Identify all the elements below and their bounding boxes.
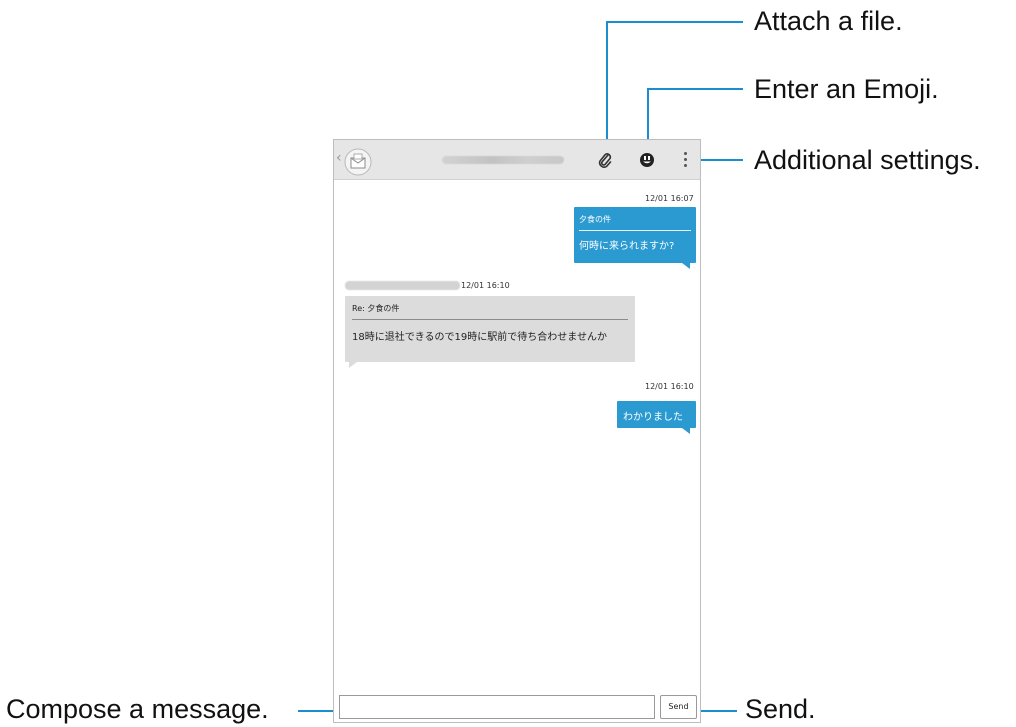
bubble-tail xyxy=(682,263,690,269)
leader-emoji-horizontal xyxy=(647,88,743,90)
message-timestamp: 12/01 16:10 xyxy=(645,382,694,391)
message-body: わかりました xyxy=(623,412,683,423)
leader-attach-vertical xyxy=(606,21,608,155)
email-conversation-screen: ‹ 12/01 16:07 夕食の件 何時に来られますか? 12/01 16:1… xyxy=(333,139,701,723)
leader-settings xyxy=(700,159,743,161)
incoming-message-bubble[interactable]: Re: 夕食の件 18時に退社できるので19時に駅前で待ち合わせませんか xyxy=(345,296,635,362)
recipient-address-blurred xyxy=(442,156,564,164)
paperclip-icon[interactable] xyxy=(597,152,613,168)
more-options-icon[interactable] xyxy=(684,152,688,168)
bubble-tail xyxy=(682,428,690,434)
message-timestamp: 12/01 16:10 xyxy=(461,281,510,290)
send-button[interactable]: Send xyxy=(660,695,697,719)
subject-divider xyxy=(579,230,691,231)
emoji-icon[interactable] xyxy=(638,151,656,169)
leader-attach-horizontal xyxy=(606,21,743,23)
top-bar: ‹ xyxy=(334,140,700,180)
callout-settings-label: Additional settings. xyxy=(754,145,981,175)
back-chevron-icon[interactable]: ‹ xyxy=(336,151,342,165)
message-subject: 夕食の件 xyxy=(579,215,611,224)
outgoing-message-bubble[interactable]: わかりました xyxy=(617,401,696,428)
message-body: 何時に来られますか? xyxy=(579,241,675,252)
callout-send-label: Send. xyxy=(745,694,816,724)
compose-message-input[interactable] xyxy=(339,695,655,719)
subject-divider xyxy=(352,319,628,320)
sender-address-blurred xyxy=(345,281,460,290)
message-subject: Re: 夕食の件 xyxy=(352,304,400,313)
callout-attach-label: Attach a file. xyxy=(754,6,903,36)
message-timestamp: 12/01 16:07 xyxy=(645,194,694,203)
callout-compose-label: Compose a message. xyxy=(6,694,269,724)
outgoing-message-bubble[interactable]: 夕食の件 何時に来られますか? xyxy=(574,207,696,263)
bubble-tail xyxy=(349,362,357,368)
callout-emoji-label: Enter an Emoji. xyxy=(754,74,939,104)
message-body: 18時に退社できるので19時に駅前で待ち合わせませんか xyxy=(352,332,607,343)
email-app-icon[interactable] xyxy=(344,148,372,176)
